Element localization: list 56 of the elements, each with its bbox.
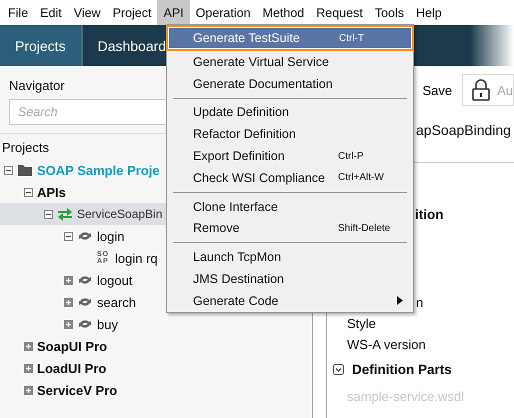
menu-item[interactable]: Project — [106, 0, 158, 25]
expand-icon[interactable] — [24, 386, 33, 394]
menu-item[interactable]: Generate TestSuite Ctrl-T — [168, 27, 412, 49]
swap-arrows-icon — [57, 207, 73, 221]
menu-item[interactable]: Check WSI Compliance Ctrl+Alt-W — [167, 166, 413, 189]
panel-title: Navigator — [9, 78, 65, 93]
tree-item[interactable]: ServiceSoapBin — [77, 207, 162, 221]
menu-item[interactable]: Edit — [34, 0, 68, 25]
menu-item[interactable]: Export Definition Ctrl-P — [167, 145, 413, 167]
collapse-icon[interactable] — [4, 166, 13, 174]
menu-item[interactable]: Launch TcpMon — [167, 246, 413, 268]
menu-item[interactable]: Refactor Definition — [167, 123, 413, 146]
editor-title: apSoapBinding — [416, 122, 511, 138]
menu-item[interactable]: Tools — [368, 0, 410, 25]
collapse-icon[interactable] — [24, 188, 33, 196]
tree-row[interactable]: ServiceV Pro — [0, 379, 312, 401]
save-button[interactable]: Save — [418, 80, 456, 100]
tab[interactable]: Projects — [0, 25, 83, 66]
menu-item[interactable]: Method — [256, 0, 310, 25]
tree-item[interactable]: SoapUI Pro — [37, 338, 108, 354]
lock-icon — [471, 79, 492, 101]
tree-row[interactable]: LoadUI Pro — [0, 357, 312, 379]
menu-item[interactable]: File — [2, 0, 34, 25]
section-label: Projects — [1, 139, 50, 157]
menu-item[interactable]: Generate Documentation — [167, 72, 413, 95]
expand-icon[interactable] — [64, 320, 73, 328]
tree-item[interactable]: login — [97, 228, 124, 244]
tree-item[interactable]: ServiceV Pro — [37, 382, 118, 398]
menu-item[interactable]: Generate Code — [167, 290, 413, 312]
tree-item[interactable]: buy — [97, 316, 118, 332]
section-heading: ition — [415, 207, 444, 222]
property-label: Style — [347, 315, 376, 333]
section-heading: Definition Parts — [352, 362, 452, 377]
menu-item[interactable]: JMS Destination — [167, 268, 413, 290]
expand-icon[interactable] — [64, 276, 73, 284]
menu-item[interactable]: Help — [410, 0, 448, 25]
menu-item[interactable]: Request — [310, 0, 369, 25]
collapse-icon[interactable] — [333, 364, 344, 375]
collapse-icon[interactable] — [64, 232, 73, 240]
tree-item[interactable]: logout — [97, 272, 132, 288]
menu-item[interactable]: API — [157, 0, 190, 25]
collapse-icon[interactable] — [44, 210, 53, 218]
tree-row[interactable]: buy — [0, 313, 312, 335]
tree-item[interactable]: APIs — [37, 184, 66, 200]
property-label: n — [415, 294, 424, 312]
tree-item[interactable]: search — [97, 294, 136, 310]
expand-icon[interactable] — [24, 364, 33, 372]
property-label: WS-A version — [347, 336, 426, 354]
expand-icon[interactable] — [64, 298, 73, 306]
menu-item[interactable]: View — [68, 0, 107, 25]
menu-item[interactable]: Operation — [190, 0, 257, 25]
tree-item[interactable]: login rq — [115, 250, 158, 266]
folder-icon — [17, 163, 33, 177]
tree-row[interactable]: SoapUI Pro — [0, 335, 312, 357]
tree-item[interactable]: LoadUI Pro — [37, 360, 106, 376]
expand-icon[interactable] — [24, 342, 33, 350]
